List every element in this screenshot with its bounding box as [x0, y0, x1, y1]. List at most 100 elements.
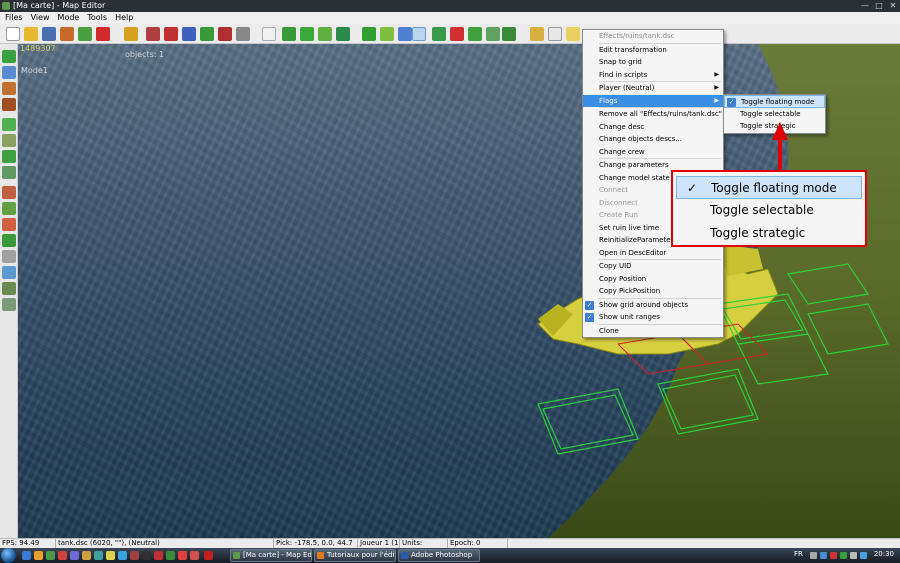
quicklaunch-icon[interactable] — [94, 551, 103, 560]
sky-icon[interactable] — [2, 66, 16, 79]
taskbar-item-photoshop[interactable]: Adobe Photoshop — [398, 549, 480, 562]
menu-mode[interactable]: Mode — [53, 12, 83, 24]
quicklaunch-icon[interactable] — [46, 551, 55, 560]
taskbar-item-map-editor[interactable]: [Ma carte] - Map Ed... — [230, 549, 312, 562]
menu-item-clone[interactable]: Clone — [583, 325, 723, 338]
submenu-item-toggle-selectable[interactable]: Toggle selectable — [724, 108, 825, 121]
menu-item-copy-pick-position[interactable]: Copy PickPosition — [583, 285, 723, 298]
terrain-paint-icon[interactable] — [362, 27, 376, 41]
slope-icon[interactable] — [2, 166, 16, 179]
taskbar-item-firefox[interactable]: Tutoriaux pour l'édit... — [314, 549, 396, 562]
tray-icon[interactable] — [840, 552, 847, 559]
quicklaunch-icon[interactable] — [106, 551, 115, 560]
grass-layer-icon[interactable] — [2, 150, 16, 163]
quicklaunch-icon[interactable] — [58, 551, 67, 560]
quicklaunch-icon[interactable] — [70, 551, 79, 560]
magnify-icon[interactable] — [146, 27, 160, 41]
vegetation-icon[interactable] — [432, 27, 446, 41]
menu-item-show-grid-around-objects[interactable]: ✓ Show grid around objects — [583, 299, 723, 312]
map-icon[interactable] — [200, 27, 214, 41]
target-icon[interactable] — [96, 27, 110, 41]
menu-item-find-in-scripts[interactable]: Find in scripts ▶ — [583, 69, 723, 82]
quicklaunch-icon[interactable] — [82, 551, 91, 560]
minimize-button[interactable]: — — [858, 0, 872, 12]
quicklaunch-icon[interactable] — [166, 551, 175, 560]
quicklaunch-icon[interactable] — [22, 551, 31, 560]
quicklaunch-icon[interactable] — [34, 551, 43, 560]
quicklaunch-icon[interactable] — [204, 551, 213, 560]
maximize-button[interactable]: □ — [872, 0, 886, 12]
save-icon[interactable] — [42, 27, 56, 41]
weather-icon[interactable] — [2, 266, 16, 279]
bush-icon[interactable] — [468, 27, 482, 41]
menu-item-open-in-desc-editor[interactable]: Open in DescEditor — [583, 247, 723, 260]
grid-icon[interactable] — [2, 118, 16, 131]
new-file-icon[interactable] — [6, 27, 20, 41]
menu-item-change-objects-descs[interactable]: Change objects descs... — [583, 133, 723, 146]
open-folder-icon[interactable] — [24, 27, 38, 41]
quicklaunch-icon[interactable] — [142, 551, 151, 560]
menu-item-copy-position[interactable]: Copy Position — [583, 273, 723, 286]
menu-item-copy-uid[interactable]: Copy UID — [583, 260, 723, 273]
height-icon[interactable] — [2, 134, 16, 147]
tray-icon[interactable] — [810, 552, 817, 559]
document-icon[interactable] — [548, 27, 562, 41]
pointer-icon[interactable] — [262, 27, 276, 41]
menu-view[interactable]: View — [26, 12, 53, 24]
fence-icon[interactable] — [486, 27, 500, 41]
script-icon[interactable] — [530, 27, 544, 41]
clock[interactable]: 20:30 — [874, 550, 894, 558]
tree-icon[interactable] — [282, 27, 296, 41]
rock-icon[interactable] — [2, 250, 16, 263]
menu-help[interactable]: Help — [110, 12, 136, 24]
tray-icon[interactable] — [830, 552, 837, 559]
unit-layer-icon[interactable] — [2, 186, 16, 199]
tank-tool-icon[interactable] — [412, 27, 426, 41]
brush-icon[interactable] — [124, 27, 138, 41]
menu-item-show-unit-ranges[interactable]: ✓ Show unit ranges — [583, 311, 723, 324]
layer-icon[interactable] — [2, 50, 16, 63]
path-icon[interactable] — [182, 27, 196, 41]
checker-icon[interactable] — [236, 27, 250, 41]
menu-tools[interactable]: Tools — [82, 12, 110, 24]
close-button[interactable]: ✕ — [886, 0, 900, 12]
house-icon[interactable] — [2, 82, 16, 95]
tray-icon[interactable] — [820, 552, 827, 559]
menu-item-change-crew[interactable]: Change crew — [583, 146, 723, 159]
terrain-icon[interactable] — [78, 27, 92, 41]
grass-icon[interactable] — [300, 27, 314, 41]
menu-item-remove-all[interactable]: Remove all "Effects/ruins/tank.dsc" — [583, 108, 723, 121]
terrain-layer-icon[interactable] — [2, 234, 16, 247]
quicklaunch-icon[interactable] — [190, 551, 199, 560]
submenu-item-toggle-floating-mode[interactable]: ✓ Toggle floating mode — [724, 95, 825, 108]
start-button[interactable] — [1, 548, 16, 563]
effect-icon[interactable] — [2, 218, 16, 231]
menu-files[interactable]: Files — [0, 12, 26, 24]
unit-icon[interactable] — [164, 27, 178, 41]
forest-icon[interactable] — [336, 27, 350, 41]
field-icon[interactable] — [318, 27, 332, 41]
building-icon[interactable] — [502, 27, 516, 41]
field-layer-icon[interactable] — [2, 282, 16, 295]
menu-item-flags[interactable]: Flags ▶ — [583, 94, 723, 107]
flag-icon[interactable] — [218, 27, 232, 41]
quicklaunch-icon[interactable] — [154, 551, 163, 560]
notes-icon[interactable] — [566, 27, 580, 41]
tree-layer-icon[interactable] — [2, 298, 16, 311]
barn-icon[interactable] — [2, 98, 16, 111]
quicklaunch-icon[interactable] — [178, 551, 187, 560]
water-icon[interactable] — [398, 27, 412, 41]
menu-item-player[interactable]: Player (Neutral) ▶ — [583, 82, 723, 95]
network-icon[interactable] — [860, 552, 867, 559]
language-indicator[interactable]: FR — [794, 550, 803, 558]
menu-item-change-desc[interactable]: Change desc — [583, 121, 723, 134]
menu-item-edit-transformation[interactable]: Edit transformation — [583, 44, 723, 57]
quicklaunch-icon[interactable] — [118, 551, 127, 560]
road-icon[interactable] — [380, 27, 394, 41]
menu-item-snap-to-grid[interactable]: Snap to grid — [583, 56, 723, 69]
volume-icon[interactable] — [850, 552, 857, 559]
tool-icon[interactable] — [60, 27, 74, 41]
object-icon[interactable] — [450, 27, 464, 41]
brush-layer-icon[interactable] — [2, 202, 16, 215]
quicklaunch-icon[interactable] — [130, 551, 139, 560]
